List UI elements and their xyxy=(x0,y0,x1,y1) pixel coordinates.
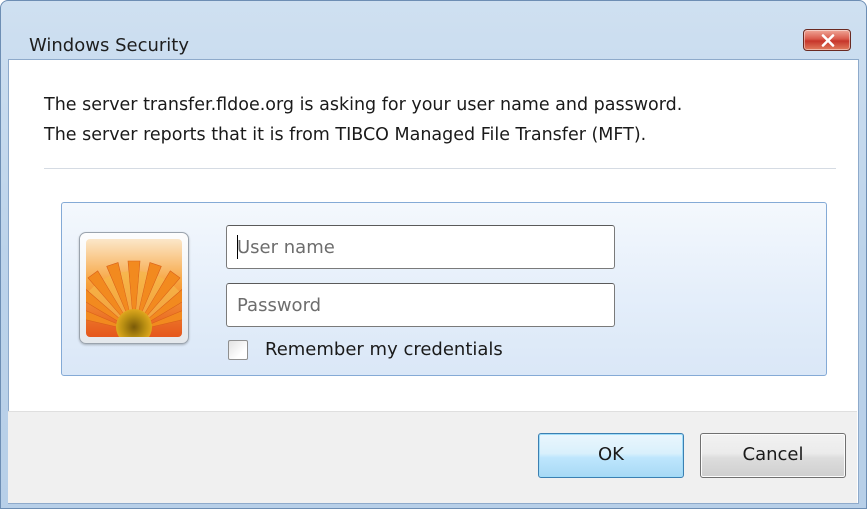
server-message: The server transfer.fldoe.org is asking … xyxy=(44,90,844,150)
title-bar[interactable]: Windows Security xyxy=(1,1,866,56)
user-tile-icon xyxy=(86,239,182,337)
remember-credentials-checkbox[interactable] xyxy=(228,340,248,360)
password-input[interactable] xyxy=(226,283,615,327)
message-line-1: The server transfer.fldoe.org is asking … xyxy=(44,95,683,115)
window-title: Windows Security xyxy=(29,35,189,56)
text-caret xyxy=(237,235,238,259)
separator xyxy=(44,168,836,169)
message-line-2: The server reports that it is from TIBCO… xyxy=(44,125,647,145)
close-button[interactable] xyxy=(803,29,851,51)
user-tile xyxy=(79,232,189,344)
remember-credentials-row[interactable]: Remember my credentials xyxy=(228,338,503,362)
ok-button[interactable]: OK xyxy=(538,433,684,478)
close-icon xyxy=(821,34,835,47)
remember-credentials-label: Remember my credentials xyxy=(265,339,503,360)
cancel-button[interactable]: Cancel xyxy=(700,433,846,478)
username-input[interactable] xyxy=(226,225,615,269)
